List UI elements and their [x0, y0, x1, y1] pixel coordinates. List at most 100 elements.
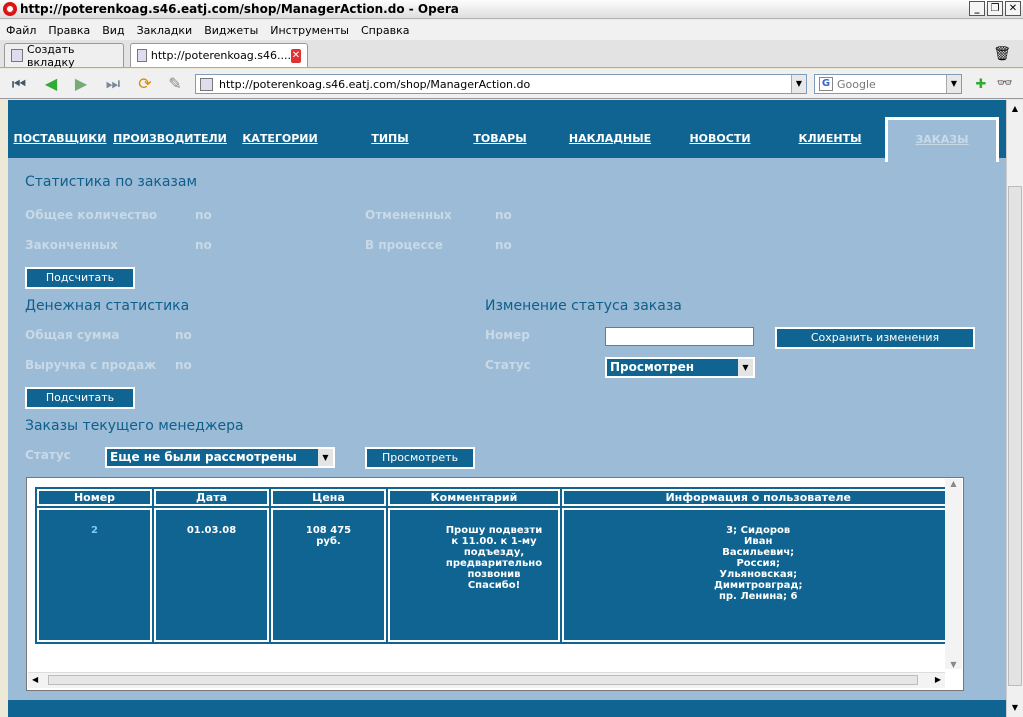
header-date: Дата	[154, 489, 269, 506]
menu-bar: Файл Правка Вид Закладки Виджеты Инструм…	[0, 20, 1023, 40]
chevron-down-icon[interactable]: ▼	[738, 359, 753, 376]
glasses-icon[interactable]: 👓	[994, 73, 1016, 95]
manager-status-value: Еще не были рассмотрены	[110, 450, 297, 464]
new-tab-label: Создать вкладку	[27, 42, 75, 69]
scroll-right-icon[interactable]: ▶	[935, 675, 941, 684]
nav-orders-tab[interactable]: ЗАКАЗЫ	[885, 117, 999, 162]
nav-orders[interactable]: ЗАКАЗЫ	[915, 133, 968, 146]
cell-price: 108 475 руб.	[271, 508, 386, 642]
total-value: no	[195, 208, 212, 222]
table-header-row: Номер Дата Цена Комментарий Информация о…	[37, 489, 955, 506]
order-status-value: Просмотрен	[610, 360, 695, 374]
search-placeholder: Google	[837, 77, 876, 91]
minimize-button[interactable]: _	[969, 1, 985, 16]
fast-forward-icon[interactable]: ⏭	[102, 73, 124, 95]
address-dropdown-icon[interactable]: ▼	[791, 75, 806, 93]
inprogress-label: В процессе	[365, 238, 443, 252]
money-title: Денежная статистика	[25, 298, 190, 314]
close-window-button[interactable]: ✕	[1005, 1, 1021, 16]
opera-logo-icon	[3, 2, 17, 16]
tab-current[interactable]: http://poterenkoag.s46.... ✕	[130, 43, 308, 67]
revenue-value: no	[175, 358, 192, 372]
table-row: 2 01.03.08 108 475 руб. Прошу подвезти к…	[37, 508, 955, 642]
finished-value: no	[195, 238, 212, 252]
save-changes-button[interactable]: Сохранить изменения	[775, 327, 975, 349]
page-scroll-down-icon[interactable]: ▼	[1007, 701, 1023, 715]
menu-view[interactable]: Вид	[96, 24, 130, 37]
orders-table: Номер Дата Цена Комментарий Информация о…	[35, 487, 957, 644]
page-icon	[137, 49, 147, 62]
search-field[interactable]: G Google ▼	[814, 74, 962, 94]
address-field[interactable]: http://poterenkoag.s46.eatj.com/shop/Man…	[195, 74, 807, 94]
order-status-label: Статус	[485, 358, 531, 372]
add-icon[interactable]: ✚	[970, 74, 992, 96]
maximize-button[interactable]: ❐	[987, 1, 1003, 16]
menu-help[interactable]: Справка	[355, 24, 415, 37]
cell-number: 2	[37, 508, 152, 642]
order-link[interactable]: 2	[91, 525, 98, 536]
nav-suppliers[interactable]: ПОСТАВЩИКИ	[13, 132, 106, 145]
menu-edit[interactable]: Правка	[42, 24, 96, 37]
scroll-left-icon[interactable]: ◀	[32, 675, 38, 684]
nav-clients[interactable]: КЛИЕНТЫ	[799, 132, 862, 145]
menu-file[interactable]: Файл	[0, 24, 42, 37]
stats-calc-button[interactable]: Подсчитать	[25, 267, 135, 289]
chevron-down-icon[interactable]: ▼	[318, 449, 333, 466]
close-tab-icon[interactable]: ✕	[291, 48, 301, 63]
order-number-label: Номер	[485, 328, 530, 342]
finished-label: Законченных	[25, 238, 118, 252]
money-calc-button[interactable]: Подсчитать	[25, 387, 135, 409]
view-button[interactable]: Просмотреть	[365, 447, 475, 469]
table-vertical-scrollbar[interactable]: ▲ ▼	[945, 479, 962, 669]
nav-invoices[interactable]: НАКЛАДНЫЕ	[569, 132, 651, 145]
sum-label: Общая сумма	[25, 328, 120, 342]
scroll-up-icon[interactable]: ▲	[945, 479, 962, 488]
cancelled-label: Отмененных	[365, 208, 452, 222]
inprogress-value: no	[495, 238, 512, 252]
nav-manufacturers[interactable]: ПРОИЗВОДИТЕЛИ	[113, 132, 227, 145]
nav-news[interactable]: НОВОСТИ	[689, 132, 750, 145]
rewind-icon[interactable]: ⏮	[8, 73, 30, 95]
edit-icon[interactable]: ✎	[164, 73, 186, 95]
nav-categories[interactable]: КАТЕГОРИИ	[242, 132, 317, 145]
cell-comment: Прошу подвезти к 11.00. к 1-му подъезду,…	[388, 508, 560, 642]
new-tab-button[interactable]: Создать вкладку	[4, 42, 124, 69]
page-vertical-scrollbar[interactable]: ▲ ▼	[1006, 100, 1023, 717]
cell-user-info: 3; Сидоров Иван Васильевич; Россия; Улья…	[562, 508, 955, 642]
back-icon[interactable]: ◀	[40, 73, 62, 95]
stats-title: Статистика по заказам	[25, 174, 198, 190]
orders-table-container: Номер Дата Цена Комментарий Информация о…	[26, 477, 964, 691]
total-label: Общее количество	[25, 208, 158, 222]
new-tab-icon	[11, 49, 24, 62]
scroll-down-icon[interactable]: ▼	[945, 660, 962, 669]
table-horizontal-scrollbar[interactable]: ◀ ▶	[28, 672, 945, 688]
forward-icon[interactable]: ▶	[70, 73, 92, 95]
google-icon: G	[819, 77, 833, 91]
header-number: Номер	[37, 489, 152, 506]
page-scroll-thumb[interactable]	[1008, 186, 1022, 686]
menu-bookmarks[interactable]: Закладки	[131, 24, 199, 37]
reload-icon[interactable]: ⟳	[134, 73, 156, 95]
revenue-label: Выручка с продаж	[25, 358, 157, 372]
nav-products[interactable]: ТОВАРЫ	[473, 132, 526, 145]
search-dropdown-icon[interactable]: ▼	[946, 75, 961, 93]
trash-icon[interactable]: 🗑	[993, 46, 1011, 62]
cancelled-value: no	[495, 208, 512, 222]
order-status-select[interactable]: Просмотрен ▼	[605, 357, 755, 378]
sum-value: no	[175, 328, 192, 342]
manager-status-label: Статус	[25, 448, 71, 462]
address-url: http://poterenkoag.s46.eatj.com/shop/Man…	[219, 77, 531, 91]
nav-types[interactable]: ТИПЫ	[371, 132, 408, 145]
page-content: ПОСТАВЩИКИ ПРОИЗВОДИТЕЛИ КАТЕГОРИИ ТИПЫ …	[8, 100, 1006, 717]
page-scroll-up-icon[interactable]: ▲	[1007, 102, 1023, 116]
bottom-strip	[8, 700, 1006, 717]
menu-tools[interactable]: Инструменты	[264, 24, 355, 37]
cell-date: 01.03.08	[154, 508, 269, 642]
menu-widgets[interactable]: Виджеты	[198, 24, 264, 37]
order-number-input[interactable]	[605, 327, 754, 346]
manager-status-select[interactable]: Еще не были рассмотрены ▼	[105, 447, 335, 468]
tab-bar: Создать вкладку http://poterenkoag.s46..…	[0, 40, 1023, 69]
window-title: http://poterenkoag.s46.eatj.com/shop/Man…	[20, 2, 459, 16]
table-scroll-thumb[interactable]	[48, 675, 918, 685]
status-change-title: Изменение статуса заказа	[485, 298, 682, 314]
